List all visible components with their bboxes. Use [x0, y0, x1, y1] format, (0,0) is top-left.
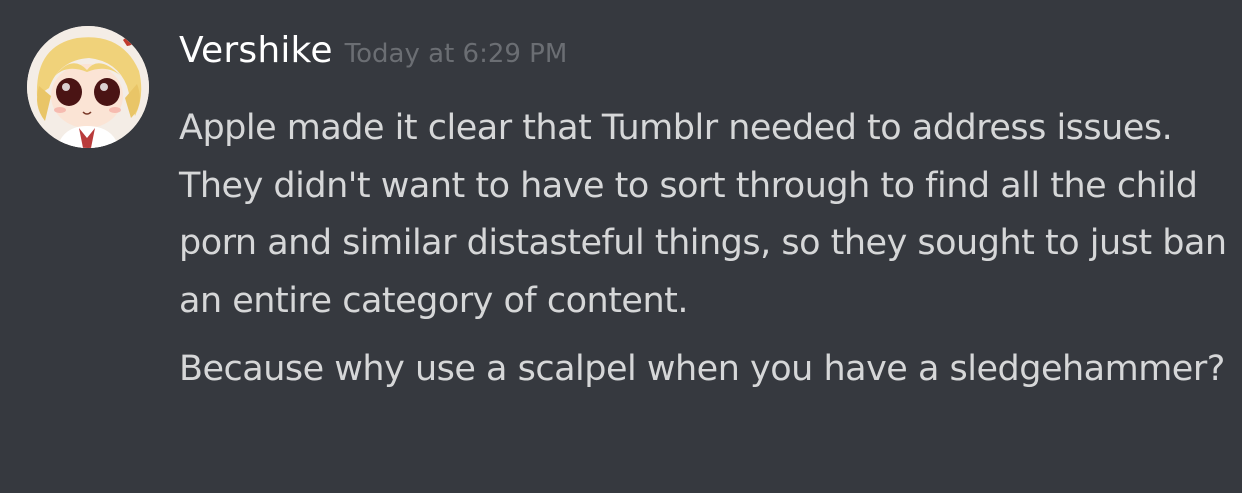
message-paragraph: Because why use a scalpel when you have … [179, 349, 1225, 389]
username[interactable]: Vershike [179, 30, 333, 71]
anime-character-avatar-icon [27, 26, 149, 148]
avatar[interactable] [27, 26, 149, 148]
message-paragraph: Apple made it clear that Tumblr needed t… [179, 108, 1227, 321]
timestamp: Today at 6:29 PM [344, 39, 568, 69]
message-header: Vershike Today at 6:29 PM [179, 30, 567, 86]
message-content: Apple made it clear that Tumblr needed t… [179, 100, 1229, 399]
chat-message: Vershike Today at 6:29 PM Apple made it … [0, 0, 1242, 493]
